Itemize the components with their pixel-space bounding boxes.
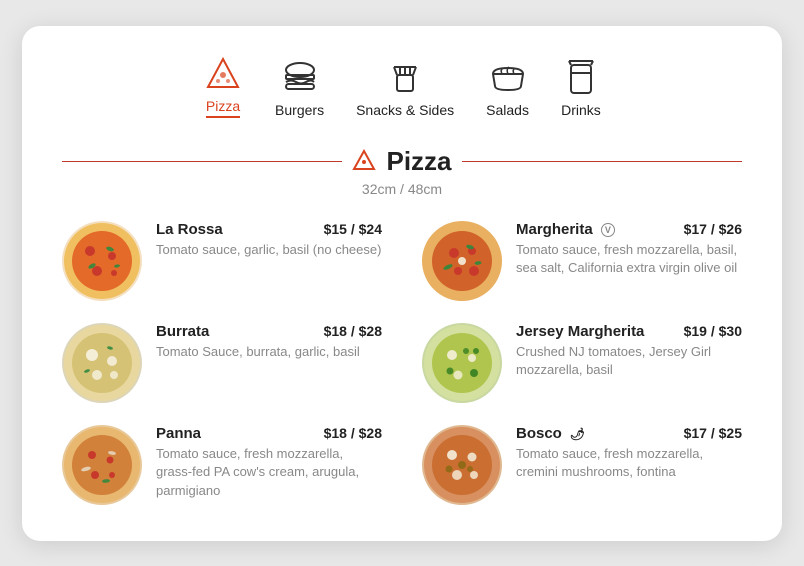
pizza-image-bosco: [422, 425, 502, 505]
menu-col-left: La Rossa $15 / $24 Tomato sauce, garlic,…: [62, 221, 382, 505]
item-price: $18 / $28: [324, 323, 382, 339]
pizza-image-burrata: [62, 323, 142, 403]
pizza-image-la-rossa: [62, 221, 142, 301]
nav-label-salads: Salads: [486, 102, 529, 118]
item-desc: Tomato Sauce, burrata, garlic, basil: [156, 343, 382, 362]
item-price: $18 / $28: [324, 425, 382, 441]
nav-item-snacks[interactable]: Snacks & Sides: [356, 60, 454, 118]
section-subtitle: 32cm / 48cm: [62, 181, 742, 197]
pizza-image-margherita: [422, 221, 502, 301]
drinks-icon: [561, 60, 601, 96]
item-price: $15 / $24: [324, 221, 382, 237]
item-name: Margherita V: [516, 221, 615, 238]
item-info-la-rossa: La Rossa $15 / $24 Tomato sauce, garlic,…: [156, 221, 382, 260]
item-info-margherita: Margherita V $17 / $26 Tomato sauce, fre…: [516, 221, 742, 279]
section-header: Pizza: [62, 146, 742, 177]
item-desc: Tomato sauce, garlic, basil (no cheese): [156, 241, 382, 260]
item-price: $17 / $26: [684, 221, 742, 237]
list-item: Jersey Margherita $19 / $30 Crushed NJ t…: [422, 323, 742, 403]
item-info-bosco: Bosco 🌶 $17 / $25 Tomato sauce, fresh mo…: [516, 425, 742, 483]
salads-icon: [488, 60, 528, 96]
pizza-icon: [203, 56, 243, 92]
menu-col-right: Margherita V $17 / $26 Tomato sauce, fre…: [422, 221, 742, 505]
item-desc: Tomato sauce, fresh mozzarella, grass-fe…: [156, 445, 382, 502]
pizza-image-jersey: [422, 323, 502, 403]
item-price: $19 / $30: [684, 323, 742, 339]
nav-item-burgers[interactable]: Burgers: [275, 60, 324, 118]
item-desc: Tomato sauce, fresh mozzarella, basil, s…: [516, 241, 742, 279]
item-desc: Tomato sauce, fresh mozzarella, cremini …: [516, 445, 742, 483]
divider-right: [462, 161, 742, 162]
list-item: La Rossa $15 / $24 Tomato sauce, garlic,…: [62, 221, 382, 301]
snacks-icon: [385, 60, 425, 96]
section-title: Pizza: [386, 146, 451, 177]
veg-badge: V: [601, 223, 615, 237]
item-info-burrata: Burrata $18 / $28 Tomato Sauce, burrata,…: [156, 323, 382, 362]
nav-label-snacks: Snacks & Sides: [356, 102, 454, 118]
menu-grid: La Rossa $15 / $24 Tomato sauce, garlic,…: [62, 221, 742, 505]
divider-left: [62, 161, 342, 162]
nav-label-pizza: Pizza: [206, 98, 240, 118]
pizza-section-icon: [352, 149, 376, 173]
item-desc: Crushed NJ tomatoes, Jersey Girl mozzare…: [516, 343, 742, 381]
nav-label-drinks: Drinks: [561, 102, 601, 118]
item-name: Jersey Margherita: [516, 323, 644, 340]
list-item: Bosco 🌶 $17 / $25 Tomato sauce, fresh mo…: [422, 425, 742, 505]
category-nav: Pizza Burgers: [62, 56, 742, 118]
nav-item-salads[interactable]: Salads: [486, 60, 529, 118]
item-name: Panna: [156, 425, 201, 442]
nav-item-drinks[interactable]: Drinks: [561, 60, 601, 118]
chili-icon: 🌶: [570, 427, 585, 441]
list-item: Margherita V $17 / $26 Tomato sauce, fre…: [422, 221, 742, 301]
item-name: La Rossa: [156, 221, 223, 238]
item-info-jersey: Jersey Margherita $19 / $30 Crushed NJ t…: [516, 323, 742, 381]
nav-label-burgers: Burgers: [275, 102, 324, 118]
nav-item-pizza[interactable]: Pizza: [203, 56, 243, 118]
pizza-image-panna: [62, 425, 142, 505]
item-info-panna: Panna $18 / $28 Tomato sauce, fresh mozz…: [156, 425, 382, 502]
burgers-icon: [280, 60, 320, 96]
list-item: Panna $18 / $28 Tomato sauce, fresh mozz…: [62, 425, 382, 505]
item-price: $17 / $25: [684, 425, 742, 441]
item-name: Burrata: [156, 323, 209, 340]
menu-card: Pizza Burgers: [22, 26, 782, 541]
list-item: Burrata $18 / $28 Tomato Sauce, burrata,…: [62, 323, 382, 403]
item-name: Bosco 🌶: [516, 425, 585, 442]
